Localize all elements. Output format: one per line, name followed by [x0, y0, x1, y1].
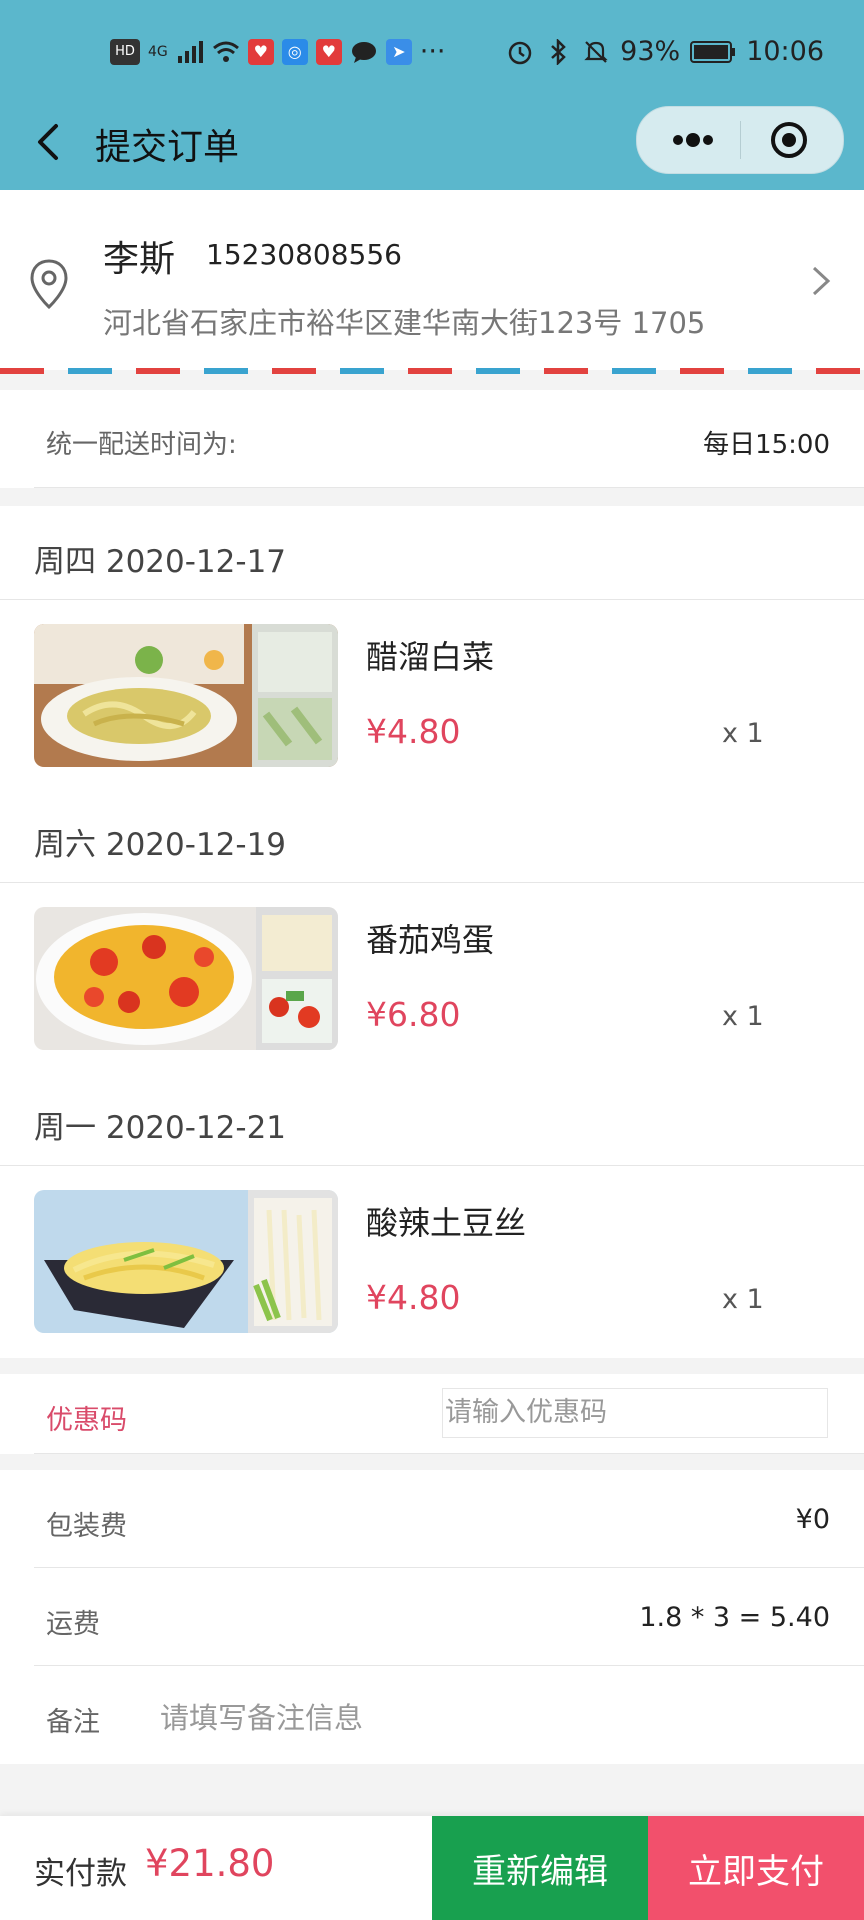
order-item[interactable]: 醋溜白菜 ¥4.80 x 1: [0, 600, 864, 780]
order-date-row: 周六 2020-12-19: [0, 789, 864, 883]
packing-fee-label: 包装费: [46, 1511, 127, 1542]
dish-price: ¥4.80: [366, 712, 461, 751]
dish-image: [34, 907, 338, 1050]
dish-quantity: x 1: [722, 718, 764, 749]
battery-icon: [690, 38, 736, 66]
coupon-label: 优惠码: [46, 1405, 127, 1436]
target-close-icon: [771, 122, 807, 158]
shipping-fee-value: 1.8 * 3 = 5.40: [639, 1602, 830, 1633]
shipping-fee-label: 运费: [46, 1609, 100, 1640]
divider: [34, 1453, 864, 1454]
dish-quantity: x 1: [722, 1001, 764, 1032]
order-date: 周一 2020-12-21: [34, 1110, 287, 1146]
delivery-time-value: 每日15:00: [703, 430, 830, 460]
dish-price: ¥4.80: [366, 1278, 461, 1317]
packing-fee-row: 包装费 ¥0: [0, 1470, 864, 1568]
remark-row: 备注: [0, 1666, 864, 1764]
coupon-row: 优惠码: [0, 1374, 864, 1454]
dish-price: ¥6.80: [366, 995, 461, 1034]
order-date-row: 周四 2020-12-17: [0, 506, 864, 600]
order-item[interactable]: 番茄鸡蛋 ¥6.80 x 1: [0, 883, 864, 1063]
status-left: HD 4G ♥ ◎ ♥ ➤ ···: [110, 36, 446, 67]
order-date: 周四 2020-12-17: [34, 544, 287, 580]
dish-image: [34, 1190, 338, 1333]
app-notification-icon: ♥: [247, 38, 274, 65]
miniprogram-capsule: [636, 106, 844, 174]
battery-percent: 93%: [620, 36, 681, 67]
delivery-time-row: 统一配送时间为: 每日15:00: [0, 390, 864, 488]
address-card[interactable]: 李斯 15230808556 河北省石家庄市裕华区建华南大街123号 1705: [0, 190, 864, 370]
hd-icon: HD: [110, 38, 140, 65]
bluetooth-icon: [544, 38, 572, 66]
location-pin-icon: [30, 259, 68, 310]
clock-time: 10:06: [746, 36, 824, 67]
nav-bar: 提交订单: [0, 100, 864, 190]
back-arrow-icon: [38, 124, 58, 160]
pay-label: 实付款: [34, 1856, 127, 1892]
more-notifications-icon: ···: [419, 36, 446, 67]
recipient-name: 李斯: [103, 239, 176, 280]
pay-now-button[interactable]: 立即支付: [648, 1816, 864, 1920]
coupon-input[interactable]: [442, 1388, 828, 1438]
wifi-icon: [212, 38, 240, 66]
dish-name: 番茄鸡蛋: [366, 921, 495, 959]
close-miniprogram-button[interactable]: [759, 107, 819, 173]
dish-name: 醋溜白菜: [366, 638, 495, 676]
fees-section: 包装费 ¥0 运费 1.8 * 3 = 5.40 备注: [0, 1470, 864, 1764]
delivery-time-label: 统一配送时间为:: [46, 430, 237, 460]
network-label: 4G: [148, 43, 168, 60]
re-edit-button[interactable]: 重新编辑: [432, 1816, 648, 1920]
remark-input[interactable]: [158, 1692, 762, 1744]
pay-amount: ¥21.80: [145, 1842, 275, 1885]
app-notification-icon: ♥: [315, 38, 342, 65]
dish-image: [34, 624, 338, 767]
status-bar: HD 4G ♥ ◎ ♥ ➤ ··· 93% 10:06: [0, 0, 864, 100]
status-right: 93% 10:06: [506, 36, 824, 67]
mute-icon: [582, 38, 610, 66]
checkout-bar: 实付款 ¥21.80 重新编辑 立即支付: [0, 1816, 864, 1920]
more-button[interactable]: [661, 107, 721, 173]
dish-name: 酸辣土豆丝: [366, 1204, 527, 1242]
capsule-divider: [740, 121, 741, 159]
packing-fee-value: ¥0: [795, 1504, 830, 1535]
back-button[interactable]: [30, 120, 74, 164]
airmail-border: [0, 368, 864, 374]
chevron-right-icon: [812, 266, 831, 296]
browser-notification-icon: ◎: [281, 38, 308, 65]
alarm-icon: [506, 38, 534, 66]
page-title: 提交订单: [95, 127, 240, 168]
chat-icon: [350, 38, 378, 66]
remark-label: 备注: [46, 1707, 100, 1738]
recipient-phone: 15230808556: [206, 238, 402, 271]
message-app-icon: ➤: [385, 38, 412, 65]
signal-icon: [176, 38, 204, 66]
order-list: 周四 2020-12-17 醋溜白菜 ¥4.80 x 1 周六 2020-12-…: [0, 506, 864, 1358]
order-date: 周六 2020-12-19: [34, 827, 287, 863]
dish-quantity: x 1: [722, 1284, 764, 1315]
divider: [34, 487, 864, 488]
shipping-fee-row: 运费 1.8 * 3 = 5.40: [0, 1568, 864, 1666]
address-detail: 河北省石家庄市裕华区建华南大街123号 1705: [103, 306, 706, 340]
order-date-row: 周一 2020-12-21: [0, 1072, 864, 1166]
more-dots-icon: [673, 133, 713, 147]
order-item[interactable]: 酸辣土豆丝 ¥4.80 x 1: [0, 1166, 864, 1346]
